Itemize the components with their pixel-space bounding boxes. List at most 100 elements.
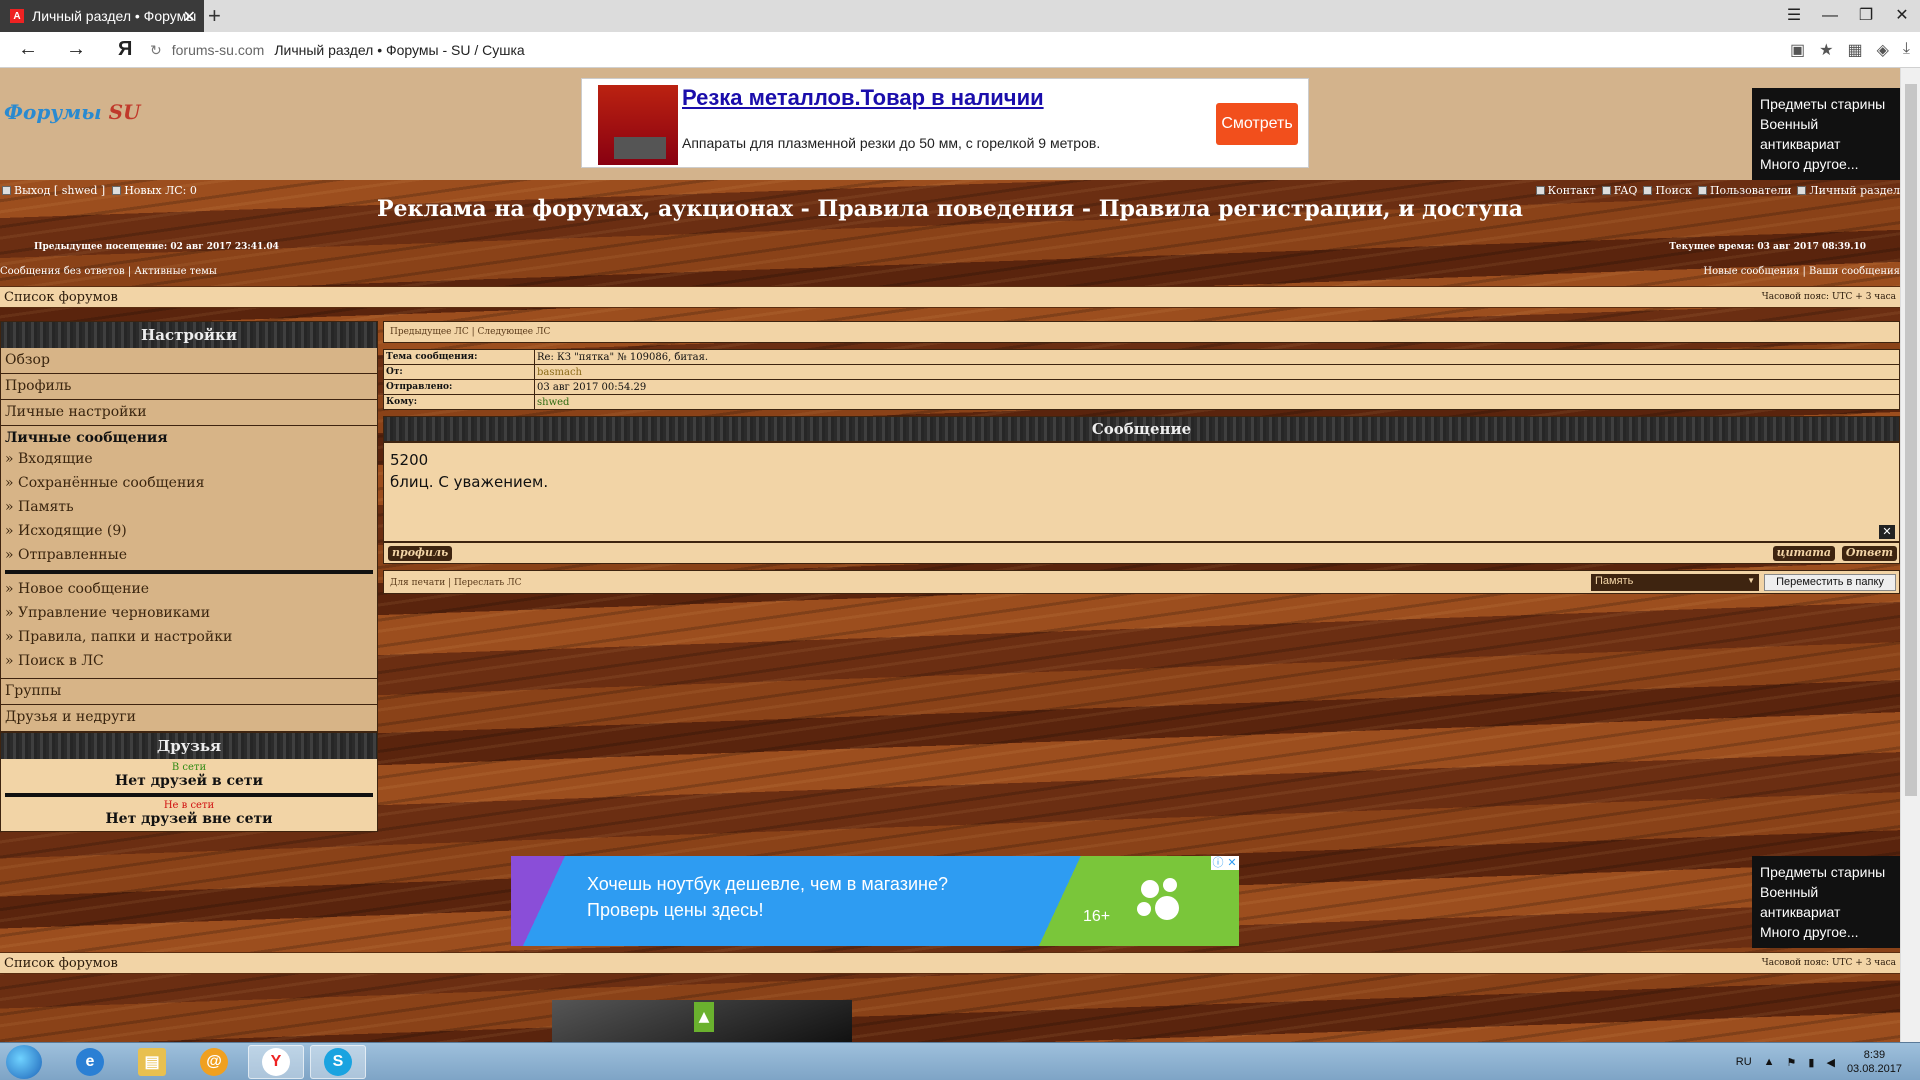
clock-time: 8:39 <box>1863 1049 1886 1061</box>
table-row: От: basmach <box>383 364 1900 380</box>
forum-list-link[interactable]: Список форумов <box>4 956 118 971</box>
folder-select[interactable]: Память <box>1591 574 1759 591</box>
quick-links-right[interactable]: Новые сообщения | Ваши сообщения <box>1703 266 1900 277</box>
close-window-icon[interactable]: ✕ <box>1884 0 1920 32</box>
friends-panel: Друзья В сети Нет друзей в сети Не в сет… <box>0 732 378 832</box>
page-scrollbar[interactable] <box>1900 68 1920 1042</box>
taskbar-yandex[interactable]: Y <box>248 1045 304 1079</box>
pm-saved-link[interactable]: » Сохранённые сообщения <box>5 472 373 496</box>
pm-drafts-link[interactable]: » Управление черновиками <box>5 602 373 626</box>
pm-sent-link[interactable]: » Отправленные <box>5 544 373 568</box>
logout-icon <box>2 186 11 195</box>
close-tab-icon[interactable]: ✕ <box>183 7 196 27</box>
table-row: Отправлено: 03 авг 2017 00:54.29 <box>383 379 1900 395</box>
contact-icon <box>1535 186 1545 195</box>
side-ad-line: Военный антиквариат <box>1760 116 1841 152</box>
sidebar-item-friends-foes[interactable]: Друзья и недруги <box>1 705 377 731</box>
sidebar-item-overview[interactable]: Обзор <box>1 348 377 374</box>
window-controls: ☰ — ❐ ✕ <box>1776 0 1920 32</box>
settings-sidebar: Настройки Обзор Профиль Личные настройки… <box>0 321 378 732</box>
back-icon[interactable]: ← <box>18 38 38 61</box>
pm-section-title: Личные сообщения <box>5 430 168 446</box>
browser-tab[interactable]: A Личный раздел • Форумы ✕ <box>0 0 204 32</box>
taskbar-skype[interactable]: S <box>310 1045 366 1079</box>
users-icon <box>1697 186 1707 195</box>
ad-close-icon[interactable]: ✕ <box>1225 856 1239 870</box>
side-ad-top[interactable]: Предметы старины Военный антиквариат Мно… <box>1752 88 1900 180</box>
ad-view-button[interactable]: Смотреть <box>1216 103 1298 145</box>
minimize-icon[interactable]: — <box>1812 0 1848 32</box>
new-tab-button[interactable]: + <box>208 3 221 29</box>
ad-product-image[interactable] <box>598 85 678 165</box>
ad-info-icon[interactable]: ⓘ <box>1211 856 1225 870</box>
restore-icon[interactable]: ❐ <box>1848 0 1884 32</box>
taskbar-explorer[interactable]: ▤ <box>124 1045 180 1079</box>
pm-search-link[interactable]: » Поиск в ЛС <box>5 650 373 674</box>
profile-button[interactable]: профиль <box>388 546 453 561</box>
site-title-links[interactable]: Реклама на форумах, аукционах - Правила … <box>0 196 1900 222</box>
download-icon[interactable]: ⤓ <box>1903 40 1910 60</box>
quote-button[interactable]: цитата <box>1772 546 1835 561</box>
quick-links-left[interactable]: Сообщения без ответов | Активные темы <box>0 266 217 277</box>
pm-rules-link[interactable]: » Правила, папки и настройки <box>5 626 373 650</box>
message-actions: профиль цитата Ответ <box>383 542 1900 564</box>
bookmark-star-icon[interactable]: ★ <box>1819 40 1833 60</box>
bottom-small-ad[interactable]: ▲ <box>552 1000 852 1042</box>
clock[interactable]: 8:39 03.08.2017 <box>1847 1048 1902 1076</box>
windows-taskbar: e ▤ @ Y S RU ▲ ⚑ ▮ ◀ 8:39 03.08.2017 <box>0 1042 1920 1080</box>
pm-section: Личные сообщения » Входящие » Сохранённы… <box>1 426 377 679</box>
from-user-link[interactable]: basmach <box>534 364 1900 380</box>
volume-icon[interactable]: ◀ <box>1826 1056 1834 1069</box>
shield-icon[interactable]: ◈ <box>1877 40 1889 60</box>
taskbar-ie[interactable]: e <box>62 1045 118 1079</box>
pm-inbox-link[interactable]: » Входящие <box>5 448 373 472</box>
bottom-ad-banner[interactable]: Хочешь ноутбук дешевле, чем в магазине? … <box>511 856 1239 946</box>
top-ad-banner[interactable]: Резка металлов.Товар в наличии Аппараты … <box>581 78 1309 168</box>
extension-icon[interactable]: ▦ <box>1847 40 1862 60</box>
sidebar-item-groups[interactable]: Группы <box>1 679 377 705</box>
menu-icon[interactable]: ☰ <box>1776 0 1812 32</box>
site-logo[interactable]: Форумы SU <box>4 100 141 124</box>
forum-list-link[interactable]: Список форумов <box>4 290 118 305</box>
pm-compose-link[interactable]: » Новое сообщение <box>5 578 373 602</box>
print-forward-links[interactable]: Для печати | Переслать ЛС <box>390 578 521 588</box>
start-button[interactable] <box>6 1045 42 1079</box>
sent-value: 03 авг 2017 00:54.29 <box>534 379 1900 395</box>
tray-expand-icon[interactable]: ▲ <box>1764 1056 1775 1068</box>
pm-outbox-link[interactable]: » Исходящие (9) <box>5 520 373 544</box>
taskbar-mail[interactable]: @ <box>186 1045 242 1079</box>
sidebar-item-personal-settings[interactable]: Личные настройки <box>1 400 377 426</box>
pm-memory-link[interactable]: » Память <box>5 496 373 520</box>
current-time: Текущее время: 03 авг 2017 08:39.10 <box>1669 242 1866 252</box>
reload-icon[interactable]: ↻ <box>150 42 162 59</box>
flag-icon[interactable]: ⚑ <box>1787 1056 1797 1069</box>
yandex-icon[interactable]: Я <box>118 38 132 61</box>
pm-navigation[interactable]: Предыдущее ЛС | Следующее ЛС <box>383 321 1900 343</box>
search-icon <box>1643 186 1653 195</box>
language-indicator[interactable]: RU <box>1736 1056 1752 1068</box>
forum-breadcrumb-top: Список форумов Часовой пояс: UTC + 3 час… <box>0 286 1900 308</box>
side-ad-bottom[interactable]: Предметы старины Военный антиквариат Мно… <box>1752 856 1900 948</box>
url-field[interactable]: ↻ forums-su.com Личный раздел • Форумы -… <box>150 36 1770 64</box>
site-header: Форумы SU Резка металлов.Товар в наличии… <box>0 68 1900 180</box>
message-body: 5200 блиц. С уважением. ✕ <box>383 442 1900 542</box>
online-empty: Нет друзей в сети <box>115 773 263 789</box>
age-rating: 16+ <box>1083 908 1111 925</box>
clock-date: 03.08.2017 <box>1846 1063 1902 1075</box>
report-icon[interactable]: ✕ <box>1879 525 1895 539</box>
sidebar-item-profile[interactable]: Профиль <box>1 374 377 400</box>
move-to-folder-button[interactable]: Переместить в папку <box>1764 574 1896 591</box>
to-user-link[interactable]: shwed <box>534 394 1900 410</box>
subject-label: Тема сообщения: <box>383 349 535 365</box>
network-icon[interactable]: ▮ <box>1808 1056 1814 1069</box>
side-ad-line: Предметы старины <box>1760 96 1886 112</box>
browser-tabbar: A Личный раздел • Форумы ✕ + ☰ — ❐ ✕ <box>0 0 1920 32</box>
scrollbar-thumb[interactable] <box>1905 84 1917 796</box>
ad-title[interactable]: Резка металлов.Товар в наличии <box>682 85 1044 111</box>
forward-icon[interactable]: → <box>66 38 86 61</box>
page-content: Форумы SU Резка металлов.Товар в наличии… <box>0 68 1900 1042</box>
reply-button[interactable]: Ответ <box>1841 546 1897 561</box>
lock-icon[interactable]: ▣ <box>1790 40 1805 60</box>
settings-header: Настройки <box>1 322 377 348</box>
message-line: блиц. С уважением. <box>390 473 549 491</box>
